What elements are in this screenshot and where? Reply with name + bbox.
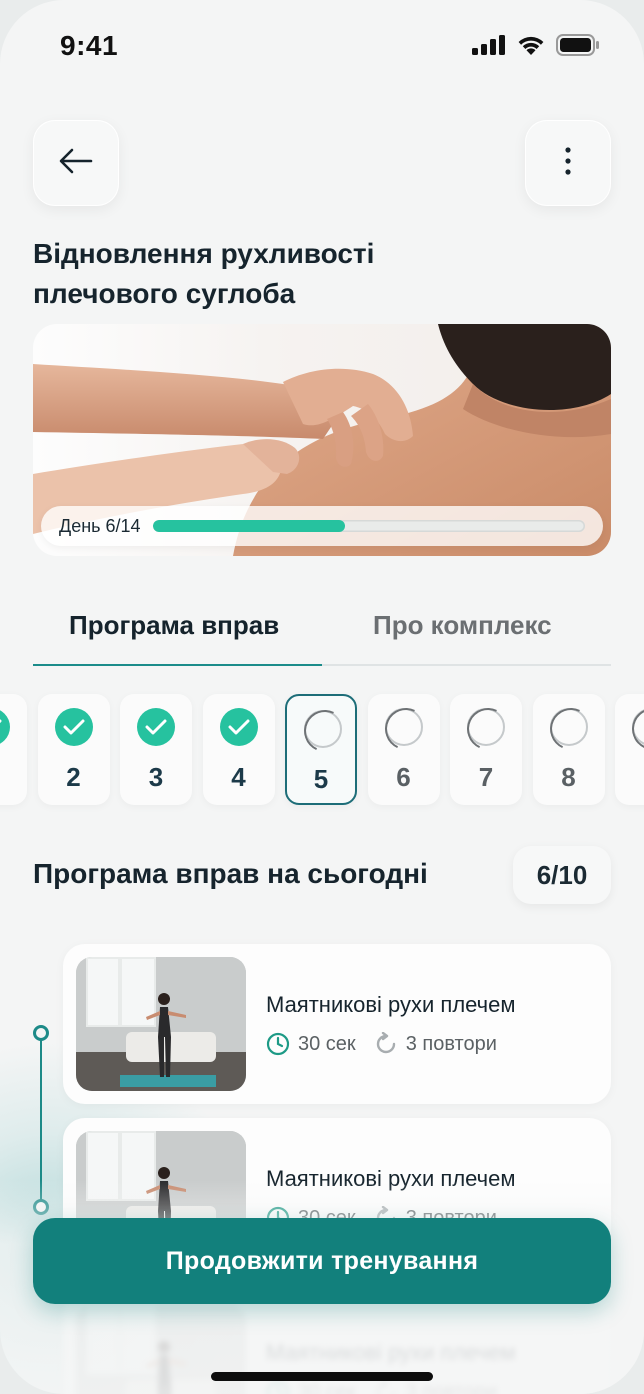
tab-program[interactable]: Програма вправ — [69, 610, 279, 641]
day-chip[interactable] — [615, 694, 644, 805]
day-progress-track — [152, 520, 585, 532]
pending-circle-icon — [304, 710, 342, 748]
check-circle-icon — [54, 708, 93, 746]
day-chip[interactable] — [0, 694, 27, 805]
clock-icon — [266, 1032, 290, 1056]
day-chip[interactable]: 3 — [120, 694, 192, 805]
day-chip-number: 7 — [478, 762, 494, 792]
day-progress: День 6/14 — [41, 506, 603, 546]
day-chip[interactable]: 7 — [450, 694, 522, 805]
check-circle-icon — [0, 708, 10, 746]
exercise-thumbnail — [76, 957, 246, 1091]
exercise-repeats: 3 повтори — [405, 1032, 497, 1055]
day-chip-number: 8 — [561, 762, 576, 792]
exercise-card[interactable]: Маятникові рухи плечем 30 сек 3 повтори — [63, 944, 611, 1104]
battery-icon — [556, 34, 600, 61]
continue-training-button[interactable]: Продовжити тренування — [33, 1218, 611, 1304]
day-chip[interactable]: 6 — [367, 694, 440, 805]
day-chip[interactable]: 8 — [532, 694, 605, 805]
day-chip[interactable]: 5 — [285, 694, 357, 805]
day-chip-number: 4 — [231, 762, 246, 792]
check-circle-icon — [137, 708, 175, 746]
back-button[interactable] — [33, 120, 119, 206]
day-chip-number: 5 — [313, 764, 329, 794]
day-chip-number: 6 — [396, 762, 411, 792]
timeline-dot — [33, 1025, 49, 1041]
signal-icon — [472, 35, 506, 60]
home-indicator — [211, 1372, 433, 1381]
status-time: 9:41 — [60, 30, 119, 61]
day-progress-fill — [152, 520, 345, 532]
repeat-icon — [374, 1032, 398, 1056]
day-chip[interactable]: 4 — [202, 694, 275, 805]
more-options-button[interactable] — [525, 120, 611, 206]
pending-circle-icon — [467, 708, 505, 746]
page-title: Відновлення рухливості плечового суглоба — [33, 238, 375, 309]
status-icons — [472, 34, 600, 61]
pending-circle-icon — [384, 708, 423, 746]
more-vertical-icon — [564, 146, 572, 181]
tab-bar: Програма вправ Про комплекс — [33, 600, 611, 666]
tab-active-indicator — [33, 664, 322, 666]
phone-screen: 9:41 Відновлення рухливості плечового су… — [0, 0, 644, 1394]
arrow-left-icon — [59, 148, 93, 179]
program-hero-image: День 6/14 — [33, 324, 611, 556]
section-title: Програма вправ на сьогодні — [33, 858, 428, 889]
exercise-count-badge: 6/10 — [513, 846, 611, 904]
exercise-duration: 30 сек — [298, 1032, 356, 1055]
exercise-meta: 30 сек 3 повтори — [266, 1032, 497, 1056]
wifi-icon — [516, 34, 546, 61]
day-progress-label: День 6/14 — [59, 515, 141, 536]
exercise-title: Маятникові рухи плечем — [266, 992, 516, 1017]
day-chip-number: 2 — [66, 762, 81, 792]
pending-circle-icon — [632, 708, 644, 746]
tab-about[interactable]: Про комплекс — [373, 610, 552, 641]
day-chip[interactable]: 2 — [37, 694, 110, 805]
day-chip-number: 3 — [148, 762, 164, 792]
pending-circle-icon — [549, 708, 588, 746]
check-circle-icon — [219, 708, 258, 746]
